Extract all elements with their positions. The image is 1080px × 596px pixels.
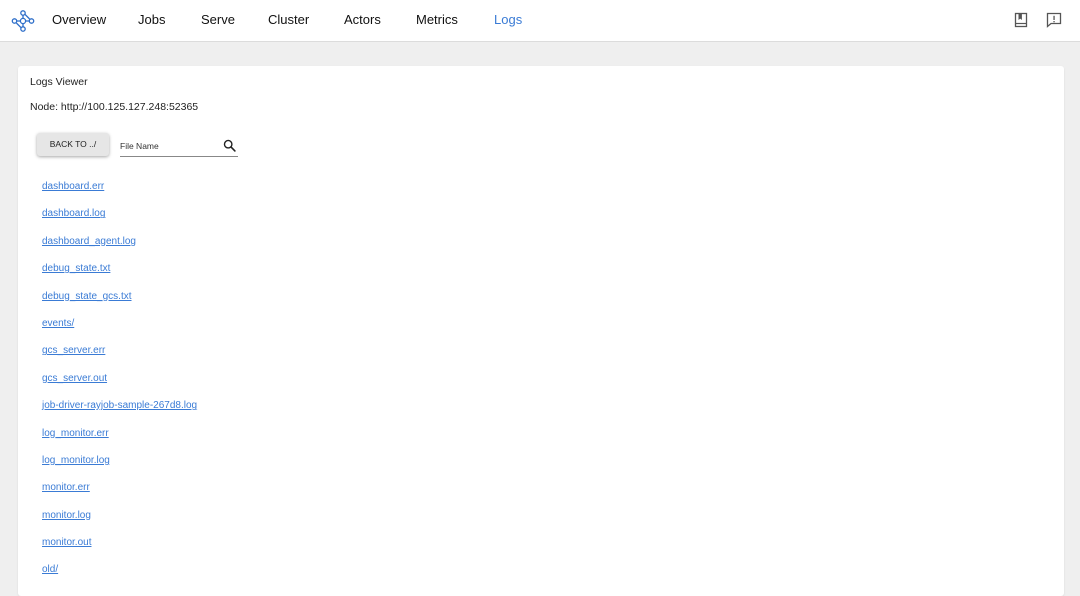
nav-jobs[interactable]: Jobs xyxy=(138,12,165,28)
nav-overview[interactable]: Overview xyxy=(52,12,106,28)
file-link[interactable]: monitor.out xyxy=(42,537,91,548)
list-item: debug_state_gcs.txt xyxy=(42,286,197,313)
file-link[interactable]: dashboard_agent.log xyxy=(42,236,136,247)
file-link[interactable]: gcs_server.err xyxy=(42,345,105,356)
file-link[interactable]: debug_state_gcs.txt xyxy=(42,291,132,302)
folder-link[interactable]: old/ xyxy=(42,564,58,575)
logs-viewer-card: Logs Viewer Node: http://100.125.127.248… xyxy=(18,66,1064,596)
list-item: monitor.log xyxy=(42,505,197,532)
docs-book-icon[interactable] xyxy=(1013,12,1029,28)
list-item: events/ xyxy=(42,313,197,340)
list-item: gcs_server.err xyxy=(42,340,197,367)
file-name-search xyxy=(120,137,238,157)
list-item: log_monitor.log xyxy=(42,450,197,477)
file-link[interactable]: log_monitor.err xyxy=(42,428,109,439)
file-link[interactable]: dashboard.err xyxy=(42,181,104,192)
file-name-input[interactable] xyxy=(120,139,216,153)
back-button[interactable]: BACK TO ../ xyxy=(37,133,109,156)
list-item: old/ xyxy=(42,559,197,586)
list-item: dashboard.log xyxy=(42,203,197,230)
folder-link[interactable]: events/ xyxy=(42,318,74,329)
ray-logo-icon[interactable] xyxy=(11,9,35,33)
file-link[interactable]: monitor.log xyxy=(42,510,91,521)
file-list: dashboard.err dashboard.log dashboard_ag… xyxy=(42,176,197,587)
node-address: Node: http://100.125.127.248:52365 xyxy=(30,101,199,113)
feedback-icon[interactable] xyxy=(1046,12,1062,28)
file-link[interactable]: dashboard.log xyxy=(42,208,105,219)
search-icon[interactable] xyxy=(223,139,236,152)
nav-metrics[interactable]: Metrics xyxy=(416,12,458,28)
nav-logs[interactable]: Logs xyxy=(494,12,522,28)
list-item: dashboard.err xyxy=(42,176,197,203)
file-link[interactable]: debug_state.txt xyxy=(42,263,110,274)
list-item: debug_state.txt xyxy=(42,258,197,285)
list-item: monitor.err xyxy=(42,477,197,504)
nav-actors[interactable]: Actors xyxy=(344,12,381,28)
file-link[interactable]: monitor.err xyxy=(42,482,90,493)
list-item: dashboard_agent.log xyxy=(42,231,197,258)
top-nav-bar: Overview Jobs Serve Cluster Actors Metri… xyxy=(0,0,1080,42)
file-link[interactable]: gcs_server.out xyxy=(42,373,107,384)
logs-viewer-title: Logs Viewer xyxy=(30,76,88,88)
file-link[interactable]: log_monitor.log xyxy=(42,455,110,466)
nav-serve[interactable]: Serve xyxy=(201,12,235,28)
list-item: monitor.out xyxy=(42,532,197,559)
list-item: job-driver-rayjob-sample-267d8.log xyxy=(42,395,197,422)
file-link[interactable]: job-driver-rayjob-sample-267d8.log xyxy=(42,400,197,411)
list-item: gcs_server.out xyxy=(42,368,197,395)
nav-cluster[interactable]: Cluster xyxy=(268,12,309,28)
list-item: log_monitor.err xyxy=(42,423,197,450)
